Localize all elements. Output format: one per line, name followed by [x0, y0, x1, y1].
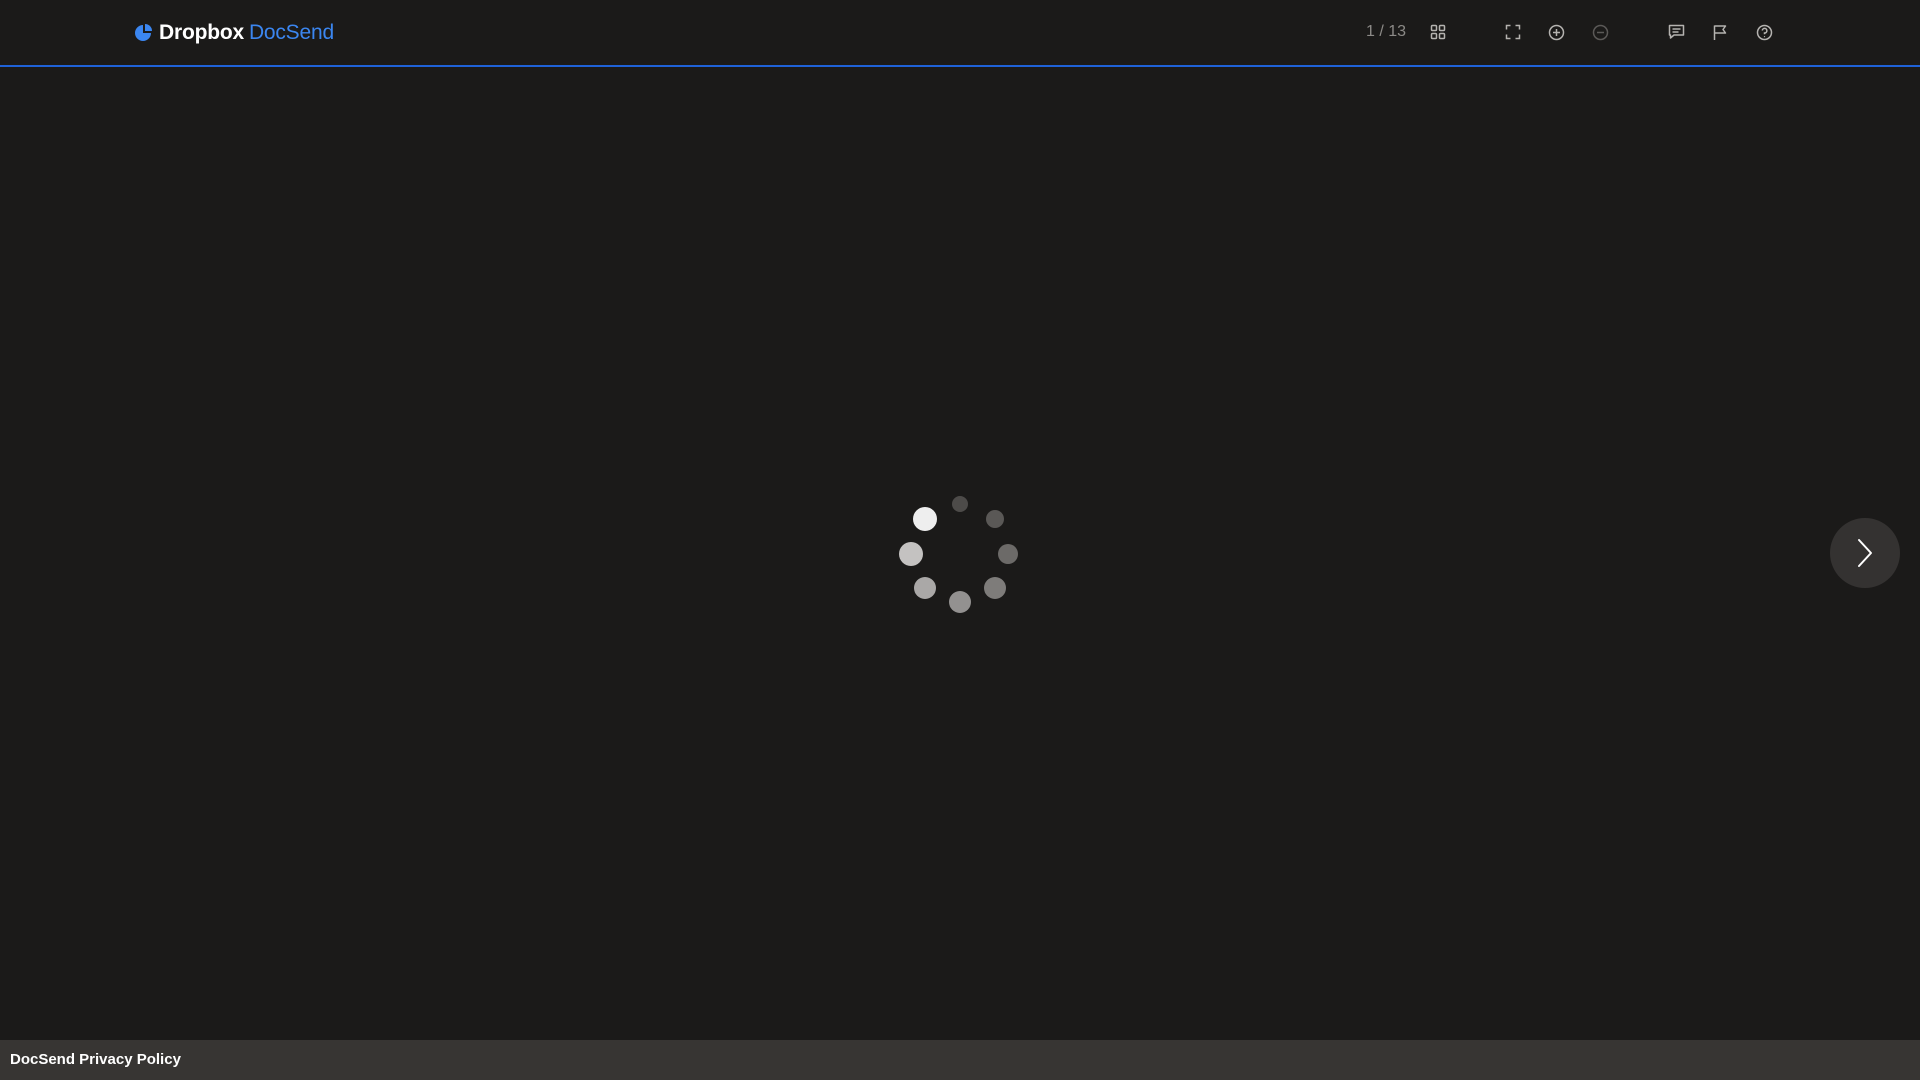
spinner-dot [998, 544, 1018, 564]
comment-icon[interactable] [1666, 22, 1686, 42]
spinner-dot [984, 577, 1006, 599]
footer-bar: DocSend Privacy Policy [0, 1040, 1920, 1080]
help-icon[interactable] [1754, 22, 1774, 42]
docsend-logo-icon [135, 24, 152, 41]
privacy-policy-link[interactable]: DocSend Privacy Policy [10, 1051, 181, 1068]
zoom-out-icon[interactable] [1590, 22, 1610, 42]
spinner-dot [913, 507, 937, 531]
next-page-button[interactable] [1830, 518, 1900, 588]
spinner-dot [899, 542, 923, 566]
fullscreen-icon[interactable] [1503, 22, 1523, 42]
spinner-dot [986, 510, 1004, 528]
brand-name-docsend: DocSend [248, 21, 334, 44]
grid-view-icon[interactable] [1428, 22, 1448, 42]
page-counter: 1 / 13 [1365, 23, 1406, 40]
brand-logo-link[interactable]: Dropbox DocSend [133, 19, 334, 47]
chevron-right-icon [1858, 539, 1872, 567]
spinner-dot [952, 496, 968, 512]
spinner-dot [949, 591, 971, 613]
spinner-dot [914, 577, 936, 599]
brand-name-dropbox: Dropbox [159, 21, 244, 44]
loading-spinner [890, 490, 1030, 620]
flag-icon[interactable] [1710, 22, 1730, 42]
top-toolbar: Dropbox DocSend 1 / 13 [0, 0, 1920, 67]
zoom-in-icon[interactable] [1546, 22, 1566, 42]
